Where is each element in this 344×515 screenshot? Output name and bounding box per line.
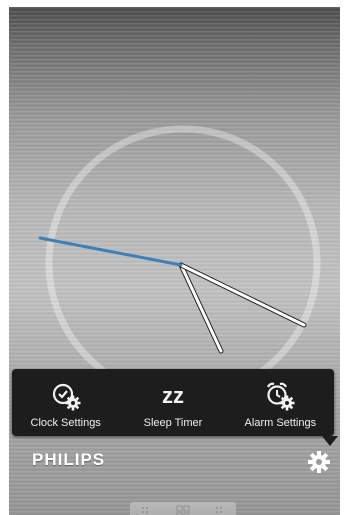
grid-icon [176,505,190,515]
second-hand [38,236,183,267]
sleep-timer-button[interactable]: zz Sleep Timer [123,369,223,429]
alarm-settings-label: Alarm Settings [244,417,317,429]
sleep-timer-label: Sleep Timer [143,417,203,429]
alarm-gear-icon [267,382,295,411]
sleep-zz-icon: zz [161,383,184,408]
grip-dots-icon [142,507,148,513]
settings-popup-menu: Clock Settings zz Sleep Timer Alarm Sett… [12,369,334,436]
clock-gear-icon [52,383,81,411]
clock-face [38,125,321,401]
gear-icon[interactable] [307,450,331,474]
clock-settings-label: Clock Settings [30,417,101,429]
drawer-handle[interactable] [130,502,236,515]
brand-logo: PHILIPS [32,450,106,469]
grip-dots-icon [216,507,222,513]
clock-settings-button[interactable]: Clock Settings [16,369,116,429]
alarm-settings-button[interactable]: Alarm Settings [230,369,330,429]
clock-dial-ring [45,125,321,401]
minute-hand [178,262,307,328]
hour-hand [178,262,224,354]
menu-pointer-arrow [322,436,338,446]
clock-screen [9,7,340,515]
